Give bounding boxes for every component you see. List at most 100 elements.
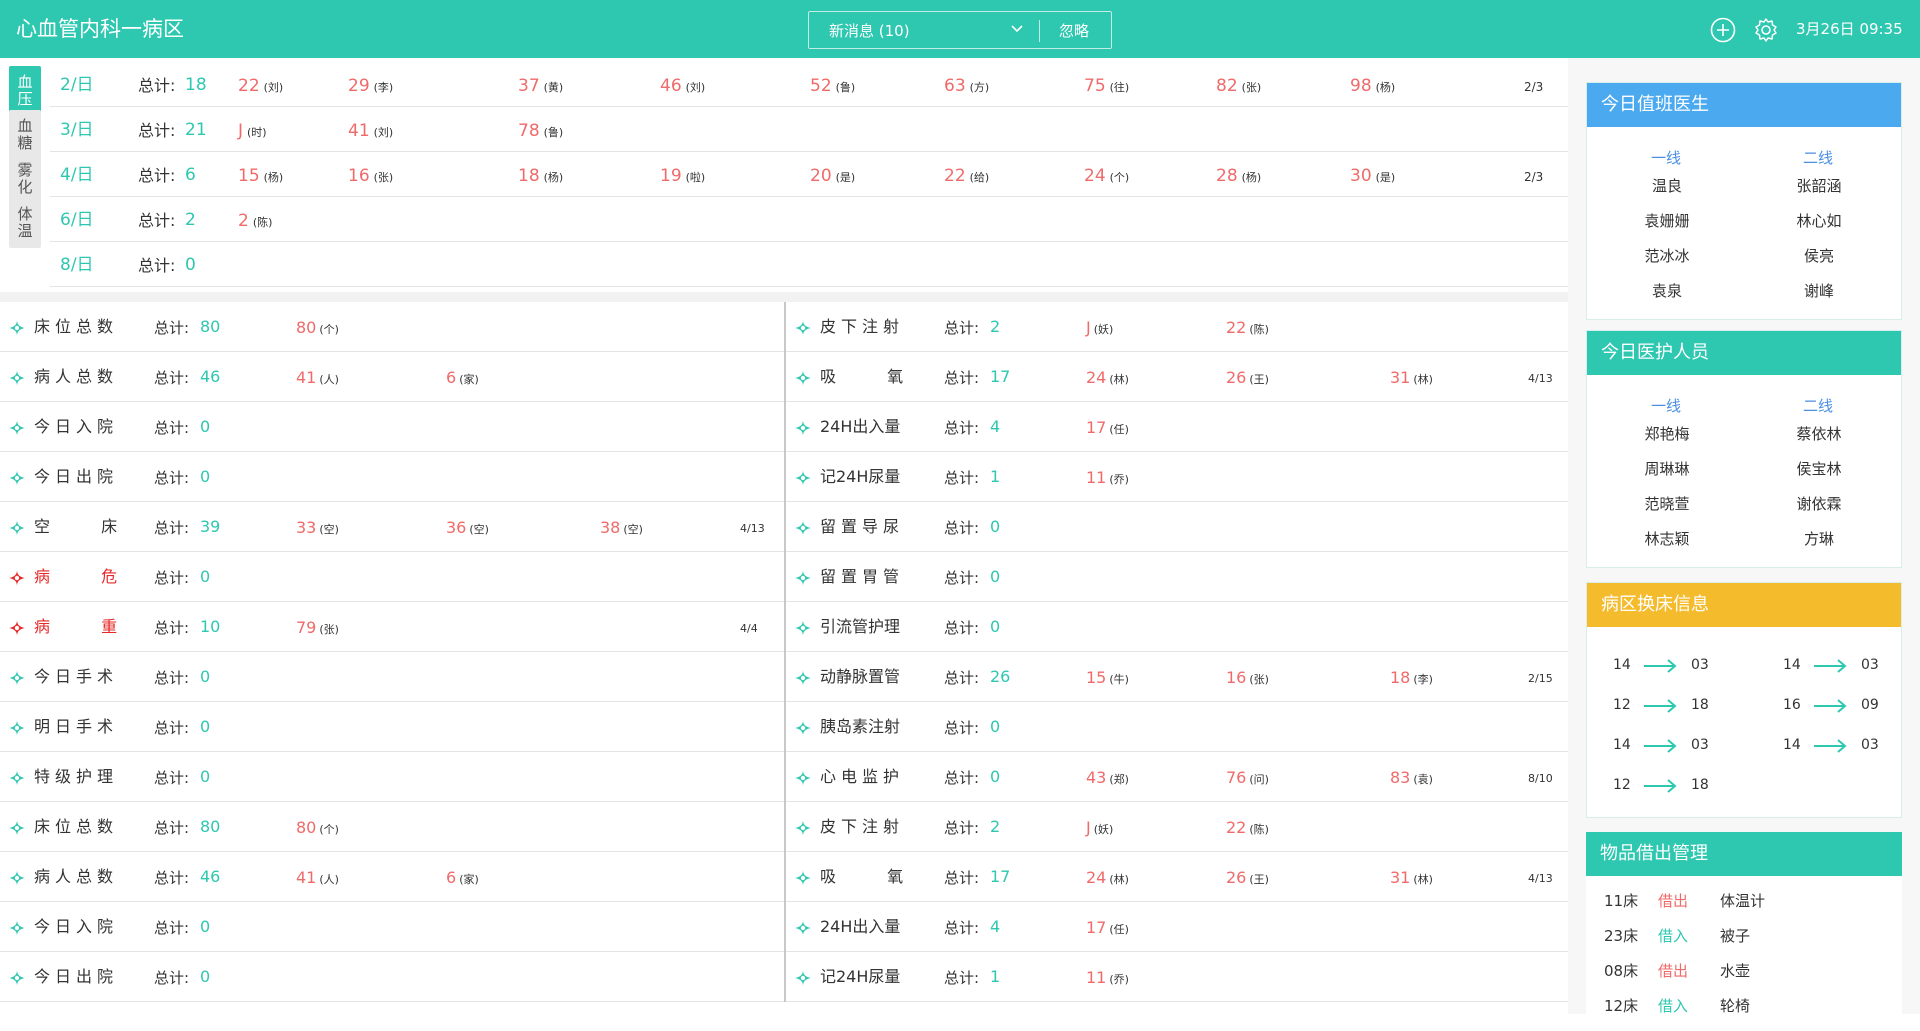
bed-entry[interactable]: 82 (张): [1216, 76, 1261, 95]
bed-number: 33: [296, 518, 317, 537]
bed-entry[interactable]: 16 (张): [348, 166, 393, 185]
bed-entry[interactable]: 11 (乔): [1086, 468, 1129, 487]
bed-entry[interactable]: 79 (张): [296, 618, 339, 637]
bed-entry[interactable]: 33 (空): [296, 518, 339, 537]
bed-entry[interactable]: 78 (鲁): [518, 121, 563, 140]
page-indicator[interactable]: 2/15: [1528, 672, 1553, 685]
tab-char: 压: [17, 90, 33, 108]
gear-icon[interactable]: [1752, 16, 1780, 44]
bed-entry[interactable]: 75 (往): [1084, 76, 1129, 95]
bed-entry[interactable]: 11 (乔): [1086, 968, 1129, 987]
stat-row: 今日出院 总计: 0: [0, 952, 784, 1002]
bed-entry[interactable]: 15 (牛): [1086, 668, 1129, 687]
plus-circle-icon[interactable]: [1710, 17, 1736, 43]
bed-entry[interactable]: 24 (个): [1084, 166, 1129, 185]
arrow-right-icon: [1813, 738, 1847, 753]
bed-entry[interactable]: 16 (张): [1226, 668, 1269, 687]
bed-entry[interactable]: 2 (陈): [238, 211, 272, 230]
bed-entry[interactable]: 43 (郑): [1086, 768, 1129, 787]
bed-entry[interactable]: 18 (李): [1390, 668, 1433, 687]
stat-label: 今日出院: [34, 967, 119, 986]
total-label: 总计:: [138, 121, 176, 140]
page-indicator[interactable]: 2/3: [1524, 170, 1543, 184]
bed-entry[interactable]: 28 (杨): [1216, 166, 1261, 185]
bed-entry[interactable]: 19 (啦): [660, 166, 705, 185]
bed-entry[interactable]: 80 (个): [296, 818, 339, 837]
vital-tab[interactable]: 血压: [9, 66, 41, 116]
bed-entry[interactable]: 26 (王): [1226, 868, 1269, 887]
bed-entry[interactable]: 18 (杨): [518, 166, 563, 185]
page-indicator[interactable]: 4/13: [1528, 872, 1553, 885]
bed-entry[interactable]: 41 (刘): [348, 121, 393, 140]
patient-initial: (妖): [1093, 323, 1114, 336]
bed-entry[interactable]: J (妖): [1086, 818, 1113, 837]
bed-number: 52: [810, 76, 832, 96]
loan-row[interactable]: 08床 借出 水壶: [1604, 962, 1920, 996]
cross-icon: [794, 969, 812, 987]
bed-entry[interactable]: 83 (袁): [1390, 768, 1433, 787]
bed-entry[interactable]: 38 (空): [600, 518, 643, 537]
bed-entry[interactable]: 80 (个): [296, 318, 339, 337]
stat-row: 今日入院 总计: 0: [0, 402, 784, 452]
bed-entry[interactable]: 76 (问): [1226, 768, 1269, 787]
page-indicator[interactable]: 4/13: [740, 522, 765, 535]
bed-entry[interactable]: 41 (人): [296, 868, 339, 887]
bed-entry[interactable]: 24 (林): [1086, 868, 1129, 887]
message-label[interactable]: 新消息 (10): [829, 22, 910, 40]
bed-entry[interactable]: 24 (林): [1086, 368, 1129, 387]
stat-row: 24H出入量 总计: 4 17 (任): [786, 902, 1568, 952]
vital-date: 8/日: [60, 255, 94, 275]
from-bed: 14: [1783, 737, 1801, 753]
bed-entry[interactable]: 17 (任): [1086, 918, 1129, 937]
bed-entry[interactable]: 22 (刘): [238, 76, 283, 95]
message-dropdown[interactable]: 新消息 (10) 忽略: [808, 11, 1112, 49]
bed-entry[interactable]: J (妖): [1086, 318, 1113, 337]
bed-entry[interactable]: J (时): [238, 121, 267, 140]
bed-entry[interactable]: 17 (任): [1086, 418, 1129, 437]
bed-entry[interactable]: 41 (人): [296, 368, 339, 387]
page-indicator[interactable]: 2/3: [1524, 80, 1543, 94]
bed-number: 11: [1086, 468, 1107, 487]
total-label: 总计:: [154, 419, 190, 437]
ignore-button[interactable]: 忽略: [1059, 22, 1089, 40]
bed-entry[interactable]: 36 (空): [446, 518, 489, 537]
bed-entry[interactable]: 20 (是): [810, 166, 855, 185]
bed-entry[interactable]: 31 (林): [1390, 368, 1433, 387]
bed-entry[interactable]: 22 (陈): [1226, 818, 1269, 837]
total-label: 总计:: [944, 769, 980, 787]
loan-row[interactable]: 11床 借出 体温计: [1604, 892, 1920, 926]
bed-entry[interactable]: 37 (黄): [518, 76, 563, 95]
cross-icon: [8, 919, 26, 937]
bed-entry[interactable]: 52 (鲁): [810, 76, 855, 95]
patient-initial: (个): [319, 323, 339, 336]
stat-label: 病人总数: [34, 367, 119, 386]
divider: [1039, 20, 1040, 42]
loan-row[interactable]: 12床 借入 轮椅: [1604, 997, 1920, 1031]
vital-tab[interactable]: 体温: [9, 198, 41, 248]
bed-entry[interactable]: 15 (杨): [238, 166, 283, 185]
bed-entry[interactable]: 98 (杨): [1350, 76, 1395, 95]
bed-entry[interactable]: 46 (刘): [660, 76, 705, 95]
duty-doctors-card: 今日值班医生 一线 二线 温良 袁姗姗 范冰冰 袁泉 张韶涵 林心如 侯亮 谢峰: [1586, 82, 1902, 320]
bed-number: 98: [1350, 76, 1372, 96]
bed-number: 16: [1226, 668, 1247, 687]
loan-bed: 12床: [1604, 997, 1639, 1015]
loan-row[interactable]: 23床 借入 被子: [1604, 927, 1920, 961]
chevron-down-icon[interactable]: [1011, 25, 1023, 33]
page-indicator[interactable]: 8/10: [1528, 772, 1553, 785]
bed-entry[interactable]: 26 (王): [1226, 368, 1269, 387]
page-indicator[interactable]: 4/13: [1528, 372, 1553, 385]
bed-entry[interactable]: 29 (李): [348, 76, 393, 95]
bed-entry[interactable]: 30 (是): [1350, 166, 1395, 185]
bed-entry[interactable]: 6 (家): [446, 868, 479, 887]
bed-entry[interactable]: 31 (林): [1390, 868, 1433, 887]
staff-name: 谢峰: [1803, 282, 1834, 300]
bed-entry[interactable]: 6 (家): [446, 368, 479, 387]
vital-tab[interactable]: 血糖: [9, 110, 41, 160]
bed-entry[interactable]: 22 (给): [944, 166, 989, 185]
page-indicator[interactable]: 4/4: [740, 622, 758, 635]
bed-entry[interactable]: 22 (陈): [1226, 318, 1269, 337]
bed-entry[interactable]: 63 (方): [944, 76, 989, 95]
vital-tab[interactable]: 雾化: [9, 154, 41, 204]
patient-initial: (李): [373, 81, 394, 94]
